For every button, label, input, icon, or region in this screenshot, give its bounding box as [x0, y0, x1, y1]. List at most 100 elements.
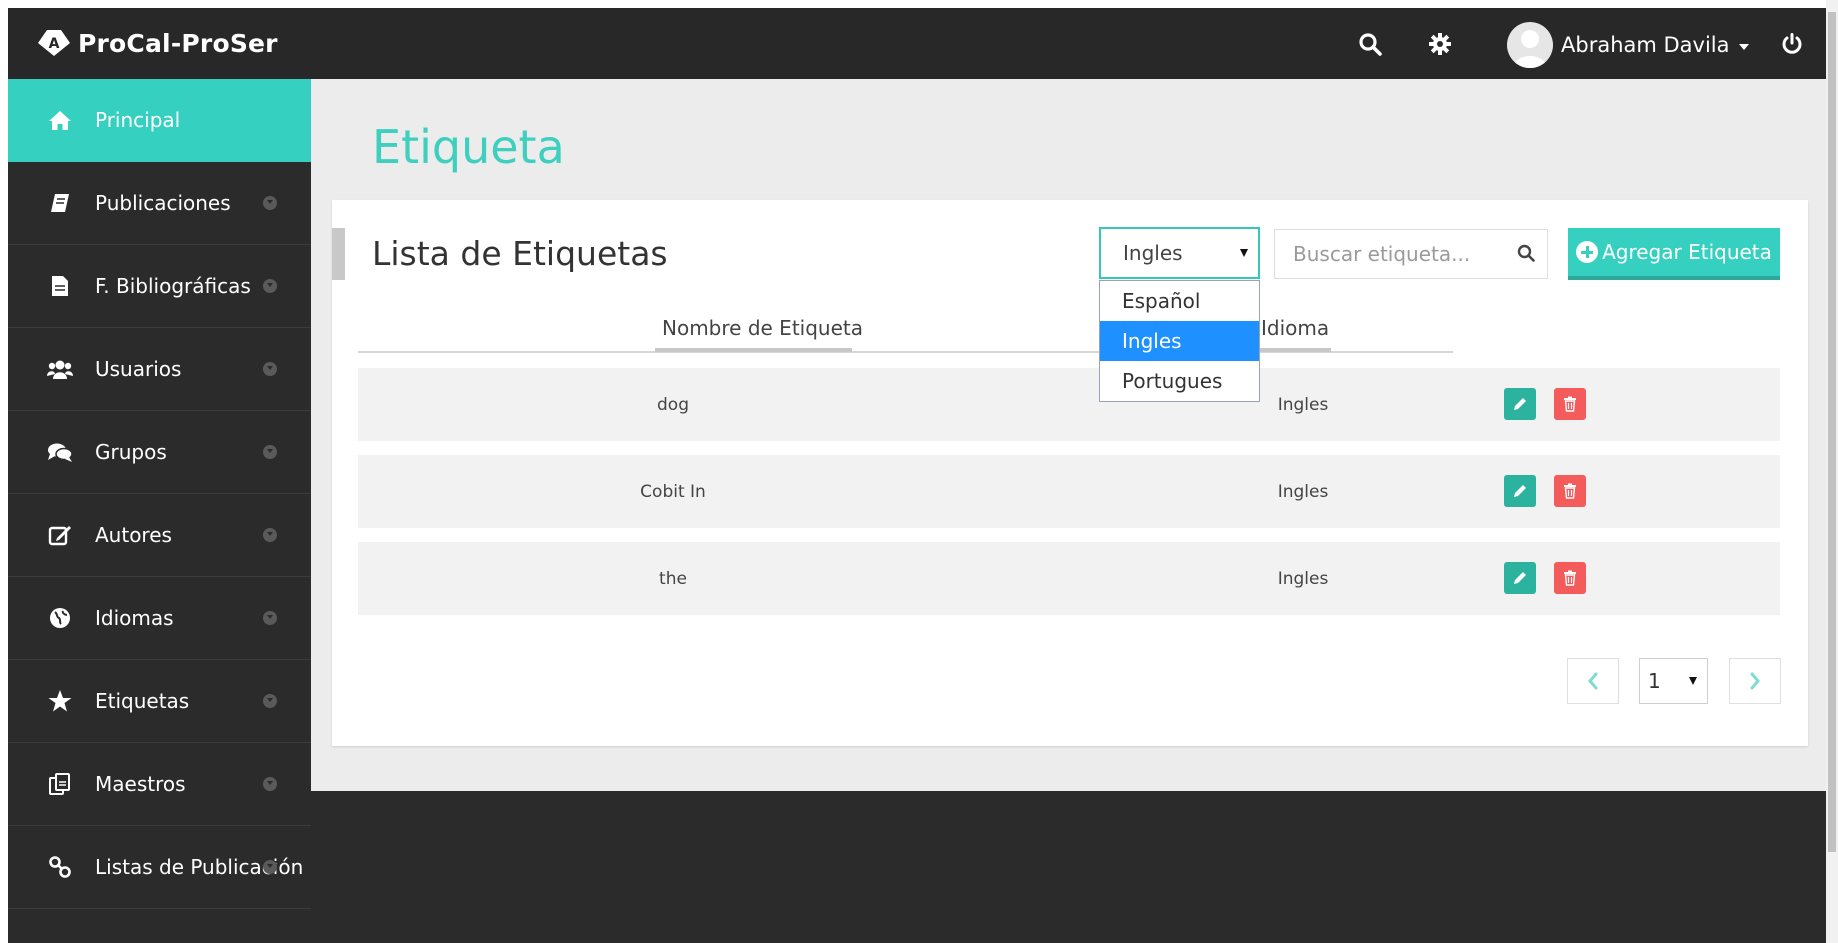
scrollbar-thumb[interactable]: [1828, 12, 1836, 852]
edit-button[interactable]: [1504, 562, 1536, 594]
book-icon: [46, 189, 74, 217]
column-header-underline: [1255, 348, 1331, 352]
sidebar-item-publicaciones[interactable]: Publicaciones: [8, 162, 311, 245]
sidebar-item-listas-de-publicacion[interactable]: Listas de Publicación: [8, 826, 311, 909]
trash-icon: [1564, 396, 1576, 412]
add-tag-button-label: Agregar Etiqueta: [1602, 240, 1772, 264]
sidebar-item-label: Autores: [95, 523, 172, 547]
delete-button[interactable]: [1554, 475, 1586, 507]
card-title: Lista de Etiquetas: [372, 234, 668, 273]
tag-name-cell: Cobit In: [640, 481, 706, 502]
sidebar-item-etiquetas[interactable]: Etiquetas: [8, 660, 311, 743]
chevron-down-icon: [263, 279, 277, 293]
prev-page-button[interactable]: [1567, 658, 1619, 704]
chevron-down-icon: [263, 528, 277, 542]
card-accent-bar: [332, 228, 345, 280]
trash-icon: [1564, 570, 1576, 586]
star-icon: [46, 687, 74, 715]
chevron-left-icon: [1588, 672, 1598, 690]
sidebar: Principal Publicaciones F. Bibliográfica…: [8, 79, 311, 943]
sidebar-item-label: Publicaciones: [95, 191, 231, 215]
tag-language-cell: Ingles: [1277, 481, 1329, 502]
svg-text:A: A: [49, 36, 60, 52]
chevron-down-icon: [263, 611, 277, 625]
plus-circle-icon: [1576, 241, 1599, 263]
sidebar-item-maestros[interactable]: Maestros: [8, 743, 311, 826]
chevron-right-icon: [1750, 672, 1760, 690]
language-select-value: Ingles: [1123, 241, 1183, 265]
dropdown-arrow-icon: [1240, 249, 1248, 257]
sidebar-item-label: F. Bibliográficas: [95, 274, 251, 298]
user-name: Abraham Davila: [1561, 33, 1730, 57]
search-box: [1274, 229, 1548, 279]
user-menu[interactable]: Abraham Davila: [1507, 22, 1749, 68]
sidebar-item-usuarios[interactable]: Usuarios: [8, 328, 311, 411]
language-dropdown-list: Español Ingles Portugues: [1099, 280, 1260, 402]
sidebar-item-autores[interactable]: Autores: [8, 494, 311, 577]
users-icon: [46, 355, 74, 383]
home-icon: [46, 106, 74, 134]
chevron-down-icon: [1738, 43, 1749, 50]
gear-icon[interactable]: [1424, 28, 1456, 60]
tag-name-cell: the: [659, 568, 687, 589]
trash-icon: [1564, 483, 1576, 499]
table-row: dog Ingles: [358, 368, 1780, 441]
sidebar-item-label: Maestros: [95, 772, 186, 796]
search-icon[interactable]: [1517, 244, 1535, 266]
top-navbar: A ProCal-ProSer Abraham Davila: [8, 8, 1826, 79]
search-icon[interactable]: [1354, 28, 1386, 60]
edit-icon: [46, 521, 74, 549]
brand[interactable]: A ProCal-ProSer: [36, 28, 278, 58]
sidebar-item-idiomas[interactable]: Idiomas: [8, 577, 311, 660]
tag-name-cell: dog: [657, 394, 689, 415]
language-option-ingles[interactable]: Ingles: [1100, 321, 1259, 361]
edit-button[interactable]: [1504, 388, 1536, 420]
sidebar-item-label: Usuarios: [95, 357, 182, 381]
brand-name: ProCal-ProSer: [78, 28, 278, 58]
column-header-language[interactable]: Idioma: [1261, 316, 1329, 340]
edit-button[interactable]: [1504, 475, 1536, 507]
chevron-down-icon: [263, 362, 277, 376]
delete-button[interactable]: [1554, 562, 1586, 594]
table-row: the Ingles: [358, 542, 1780, 615]
sidebar-item-label: Idiomas: [95, 606, 174, 630]
column-header-underline: [655, 348, 852, 352]
table-row: Cobit In Ingles: [358, 455, 1780, 528]
language-option-portugues[interactable]: Portugues: [1100, 361, 1259, 401]
sidebar-item-principal[interactable]: Principal: [8, 79, 311, 162]
globe-icon: [46, 604, 74, 632]
chevron-down-icon: [263, 196, 277, 210]
file-icon: [46, 272, 74, 300]
page-footer: [311, 791, 1826, 943]
page-select[interactable]: 1: [1639, 658, 1708, 704]
sidebar-item-label: Etiquetas: [95, 689, 190, 713]
search-input[interactable]: [1291, 230, 1511, 278]
pencil-icon: [1514, 398, 1526, 410]
column-header-name[interactable]: Nombre de Etiqueta: [662, 316, 863, 340]
chevron-down-icon: [263, 777, 277, 791]
language-select[interactable]: Ingles: [1099, 227, 1260, 279]
page-title: Etiqueta: [372, 120, 565, 174]
pencil-icon: [1514, 572, 1526, 584]
scrollbar[interactable]: [1826, 0, 1838, 943]
power-icon[interactable]: [1776, 28, 1808, 60]
tag-language-cell: Ingles: [1277, 568, 1329, 589]
next-page-button[interactable]: [1729, 658, 1781, 704]
add-tag-button[interactable]: Agregar Etiqueta: [1568, 228, 1780, 280]
logo-icon: A: [36, 28, 72, 58]
delete-button[interactable]: [1554, 388, 1586, 420]
sidebar-item-label: Grupos: [95, 440, 167, 464]
pencil-icon: [1514, 485, 1526, 497]
page-select-value: 1: [1648, 669, 1661, 693]
chevron-down-icon: [263, 860, 277, 874]
dropdown-arrow-icon: [1689, 677, 1697, 685]
avatar: [1507, 22, 1553, 68]
language-option-espanol[interactable]: Español: [1100, 281, 1259, 321]
chevron-down-icon: [263, 445, 277, 459]
link-icon: [46, 853, 74, 881]
copy-icon: [46, 770, 74, 798]
sidebar-item-f-bibliograficas[interactable]: F. Bibliográficas: [8, 245, 311, 328]
sidebar-item-grupos[interactable]: Grupos: [8, 411, 311, 494]
sidebar-item-label: Principal: [95, 108, 181, 132]
chevron-down-icon: [263, 694, 277, 708]
